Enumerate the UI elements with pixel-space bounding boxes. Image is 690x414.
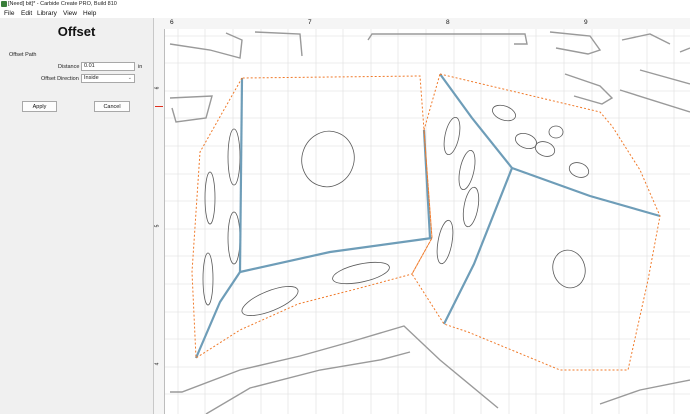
ruler-label-7: 7 bbox=[308, 19, 312, 26]
menu-file[interactable]: File bbox=[4, 9, 14, 18]
ruler-label-6: 6 bbox=[170, 19, 174, 26]
menu-edit[interactable]: Edit bbox=[21, 9, 32, 18]
distance-label: Distance bbox=[58, 64, 80, 70]
title-bar: [Need] bit]* - Carbide Create PRO, Build… bbox=[0, 0, 690, 9]
ruler-label-8: 8 bbox=[446, 19, 450, 26]
ruler-label-v6: 6 bbox=[154, 86, 161, 90]
canvas-drawing bbox=[165, 29, 690, 414]
direction-label: Offset Direction bbox=[41, 76, 79, 82]
window-title: [Need] bit]* - Carbide Create PRO, Build… bbox=[8, 1, 117, 7]
app-icon bbox=[1, 1, 7, 7]
offset-panel: Offset Offset Path Distance 0.01 in Offs… bbox=[0, 18, 154, 414]
ruler-label-v5: 5 bbox=[154, 224, 161, 228]
chevron-down-icon: ⌄ bbox=[127, 75, 132, 81]
menu-library[interactable]: Library bbox=[37, 9, 57, 18]
section-label: Offset Path bbox=[9, 52, 37, 58]
left-ruler: 6 5 4 bbox=[154, 29, 165, 414]
menu-help[interactable]: Help bbox=[83, 9, 96, 18]
ruler-label-v4: 4 bbox=[154, 362, 161, 366]
design-canvas[interactable] bbox=[165, 29, 690, 414]
direction-value: Inside bbox=[84, 75, 99, 81]
apply-button[interactable]: Apply bbox=[22, 101, 57, 112]
distance-unit: in bbox=[138, 64, 143, 70]
ruler-cursor-marker bbox=[155, 106, 163, 107]
panel-title: Offset bbox=[57, 24, 96, 39]
cancel-button[interactable]: Cancel bbox=[94, 101, 130, 112]
direction-select[interactable]: Inside ⌄ bbox=[81, 74, 135, 83]
menu-view[interactable]: View bbox=[63, 9, 77, 18]
distance-input[interactable]: 0.01 bbox=[81, 62, 135, 71]
grid bbox=[165, 29, 690, 414]
selected-paths bbox=[194, 73, 661, 359]
ruler-label-9: 9 bbox=[584, 19, 588, 26]
